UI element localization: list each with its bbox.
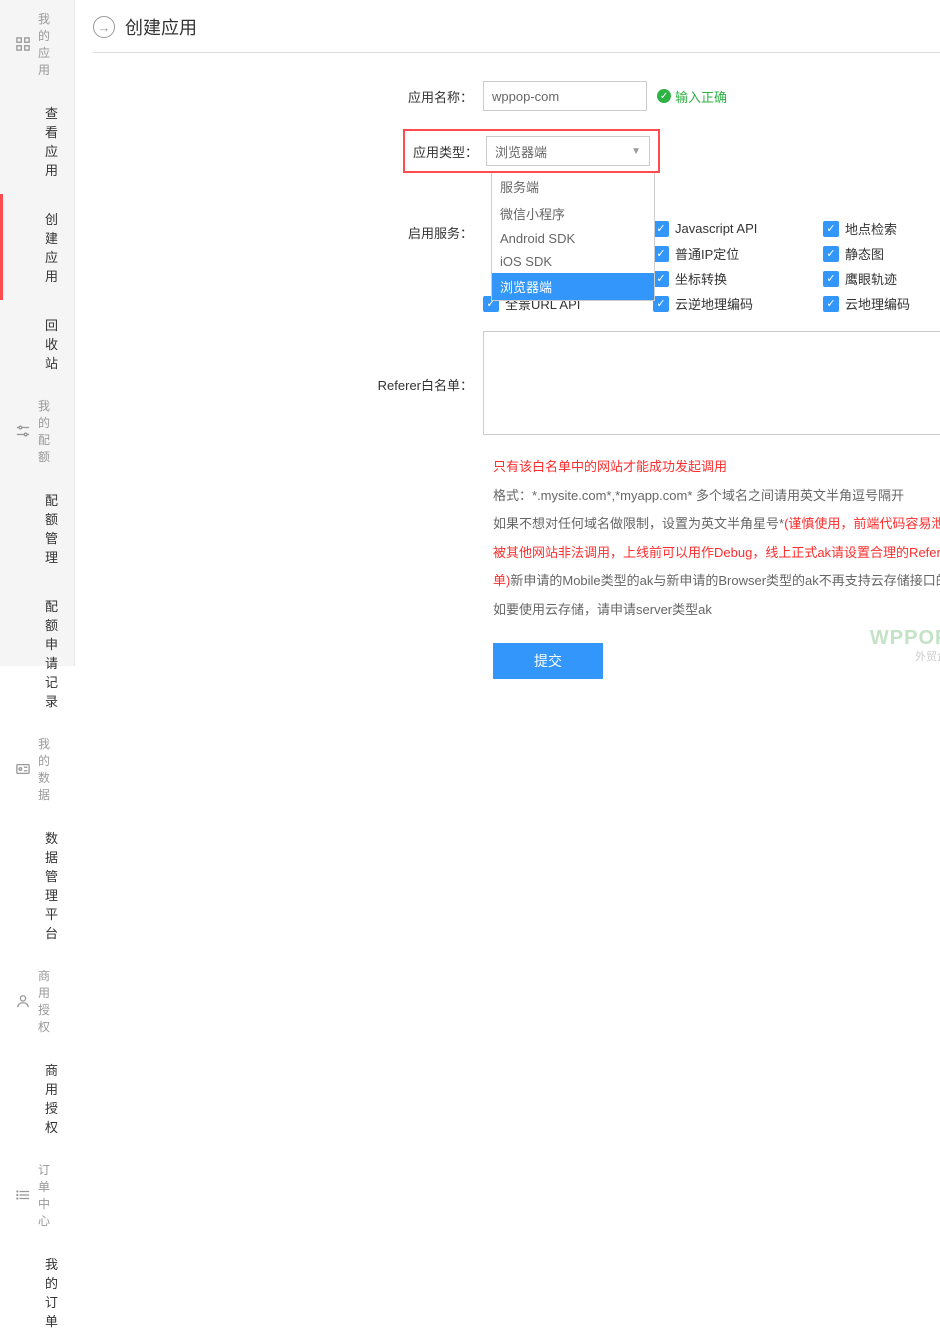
help-block: 只有该白名单中的网站才能成功发起调用 格式：*.mysite.com*,*mya…	[493, 453, 940, 625]
row-referer: Referer白名单：	[93, 331, 940, 435]
row-app-name: 应用名称： ✓ 输入正确	[93, 81, 940, 111]
service-checkbox[interactable]: ✓云逆地理编码	[653, 294, 823, 313]
check-circle-icon: ✓	[657, 89, 671, 103]
dropdown-option[interactable]: 浏览器端	[492, 273, 654, 300]
checkbox-icon: ✓	[653, 246, 669, 262]
grid-icon	[16, 37, 30, 51]
help-text: 格式：*.mysite.com*,*myapp.com* 多个域名之间请用英文半…	[493, 482, 940, 511]
service-checkbox[interactable]: ✓普通IP定位	[653, 244, 823, 263]
service-checkbox[interactable]: ✓云地理编码	[823, 294, 940, 313]
sidebar-group-auth: 商用授权	[0, 957, 74, 1045]
sidebar-item-my-orders[interactable]: 我的订单	[0, 1239, 74, 1332]
sidebar-item-quota-apply[interactable]: 配额申请记录	[0, 581, 74, 725]
service-checkbox[interactable]: ✓坐标转换	[653, 269, 823, 288]
checkbox-icon: ✓	[823, 296, 839, 312]
label-app-type: 应用类型：	[413, 142, 478, 161]
watermark-subtitle: 外贸企业建站专家	[870, 648, 940, 664]
user-icon	[16, 994, 30, 1008]
success-message: ✓ 输入正确	[657, 87, 727, 106]
sidebar-item-create-app[interactable]: 创建应用	[0, 194, 74, 300]
dropdown-option[interactable]: 微信小程序	[492, 200, 654, 227]
sidebar-item-auth[interactable]: 商用授权	[0, 1045, 74, 1151]
sidebar-item-data-platform[interactable]: 数据管理平台	[0, 813, 74, 957]
service-checkbox[interactable]: ✓Javascript API	[653, 219, 823, 238]
page-title: → 创建应用	[93, 10, 940, 53]
sidebar-item-view-app[interactable]: 查看应用	[0, 88, 74, 194]
arrow-right-icon: →	[93, 16, 115, 38]
checkbox-icon: ✓	[823, 271, 839, 287]
sidebar: 我的应用 查看应用 创建应用 回收站 我的配额 配额管理 配额申请记录 我的数据…	[0, 0, 75, 666]
app-name-input[interactable]	[483, 81, 647, 111]
sidebar-group-quota: 我的配额	[0, 387, 74, 475]
checkbox-icon: ✓	[653, 221, 669, 237]
id-icon	[16, 762, 30, 776]
checkbox-icon: ✓	[653, 271, 669, 287]
dropdown-option[interactable]: Android SDK	[492, 227, 654, 250]
sidebar-item-quota-manage[interactable]: 配额管理	[0, 475, 74, 581]
sidebar-group-order: 订单中心	[0, 1151, 74, 1239]
caret-down-icon: ▼	[631, 146, 641, 157]
referer-textarea[interactable]	[483, 331, 940, 435]
watermark-title: WPPOP.COM	[870, 627, 940, 650]
form: 应用名称： ✓ 输入正确 应用类型： 浏览器端 ▼ 服务端 微信小程序	[93, 81, 940, 679]
app-type-select[interactable]: 浏览器端 ▼	[486, 136, 650, 166]
help-text: 只有该白名单中的网站才能成功发起调用	[493, 453, 940, 482]
sidebar-group-data: 我的数据	[0, 725, 74, 813]
checkbox-icon: ✓	[823, 221, 839, 237]
service-checkbox[interactable]: ✓静态图	[823, 244, 940, 263]
sidebar-group-myapp: 我的应用	[0, 0, 74, 88]
checkbox-icon: ✓	[653, 296, 669, 312]
app-type-dropdown: 服务端 微信小程序 Android SDK iOS SDK 浏览器端	[491, 173, 655, 301]
app-type-highlight: 应用类型： 浏览器端 ▼ 服务端 微信小程序 Android SDK iOS S…	[403, 129, 660, 173]
content: → 创建应用 应用名称： ✓ 输入正确 应用类型： 浏览器端 ▼	[75, 0, 940, 666]
label-app-name: 应用名称：	[93, 81, 483, 106]
sliders-icon	[16, 424, 30, 438]
row-app-type: 应用类型： 浏览器端 ▼ 服务端 微信小程序 Android SDK iOS S…	[93, 129, 940, 173]
label-services: 启用服务：	[93, 177, 483, 242]
help-text: 如果不想对任何域名做限制，设置为英文半角星号*(谨慎使用，前端代码容易泄露AK，…	[493, 510, 940, 624]
list-icon	[16, 1188, 30, 1202]
service-checkbox[interactable]: ✓鹰眼轨迹	[823, 269, 940, 288]
submit-button[interactable]: 提交	[493, 643, 603, 679]
watermark: WPPOP.COM 外贸企业建站专家	[870, 627, 940, 664]
sidebar-item-recycle[interactable]: 回收站	[0, 300, 74, 387]
label-referer: Referer白名单：	[93, 331, 483, 394]
dropdown-option[interactable]: iOS SDK	[492, 250, 654, 273]
dropdown-option[interactable]: 服务端	[492, 173, 654, 200]
checkbox-icon: ✓	[823, 246, 839, 262]
service-checkbox[interactable]: ✓地点检索	[823, 219, 940, 238]
